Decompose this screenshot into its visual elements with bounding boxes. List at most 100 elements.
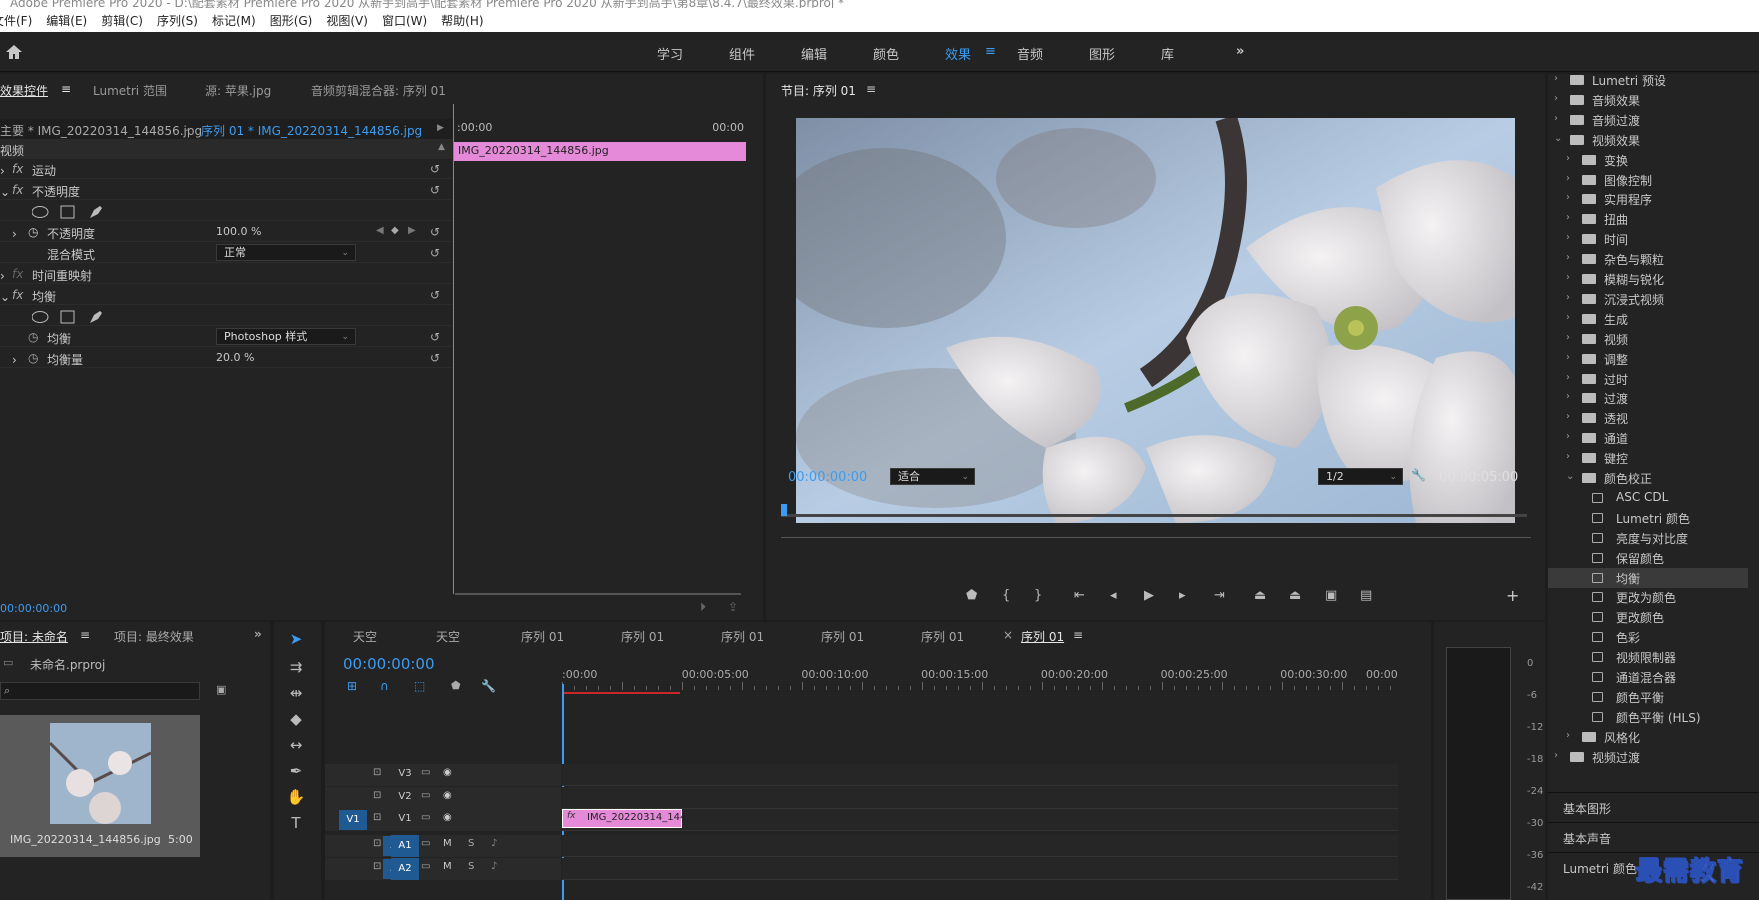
effect-tree-item[interactable]: 色彩 [1548,627,1748,647]
expand-icon[interactable]: › [0,164,5,178]
menu-graphics[interactable]: 图形(G) [270,12,313,29]
effect-tree-item[interactable]: › 实用程序 [1548,189,1748,209]
effect-tree-item[interactable]: › 模糊与锐化 [1548,269,1748,289]
add-marker-icon[interactable]: ⬟ [966,588,977,603]
type-tool-icon[interactable]: T [284,814,308,832]
effect-tree-item[interactable]: › 风格化 [1548,727,1748,747]
timeline-clip[interactable]: fx IMG_20220314_144 [562,809,686,828]
linked-selection-icon[interactable]: ⬚ [414,679,425,693]
chevron-right-icon[interactable]: › [1554,73,1558,84]
home-icon[interactable] [5,44,23,60]
chevron-down-icon[interactable]: ⌄ [1566,471,1574,482]
reset-icon[interactable]: ↺ [430,288,440,302]
panel-menu-icon[interactable]: ≡ [1073,628,1083,642]
effect-tree-item[interactable]: › 时间 [1548,229,1748,249]
extract-icon[interactable]: ⏏ [1289,588,1301,603]
eye-icon[interactable]: ◉ [443,812,452,823]
new-bin-icon[interactable]: ▣ [216,683,226,696]
fx-icon[interactable]: fx [12,288,23,302]
effect-tree-item[interactable]: 通道混合器 [1548,667,1748,687]
effect-tree-item[interactable]: › 变换 [1548,150,1748,170]
chevron-right-icon[interactable]: › [1566,153,1570,164]
effect-tree-item[interactable]: 均衡 [1548,567,1748,588]
sync-lock-icon[interactable]: ▭ [421,838,430,849]
chevron-right-icon[interactable]: › [1566,332,1570,343]
master-clip-label[interactable]: 主要 * IMG_20220314_144856.jpg [0,122,202,139]
eye-icon[interactable]: ◉ [443,790,452,801]
export-icon[interactable]: ⇪ [728,600,738,614]
param-value-opacity[interactable]: 100.0 % [216,225,261,238]
track-header[interactable]: ⊡ V2 ▭ ◉ [325,787,561,809]
chevron-right-icon[interactable]: › [1566,212,1570,223]
workspace-effects[interactable]: 效果 [945,44,971,63]
chevron-right-icon[interactable]: › [1566,192,1570,203]
add-keyframe-icon[interactable]: ◆ [391,225,399,236]
effect-tree-item[interactable]: ⌄ 颜色校正 [1548,468,1748,488]
go-to-in-icon[interactable]: ⇤ [1074,588,1085,603]
chevron-right-icon[interactable]: › [1554,93,1558,104]
razor-tool-icon[interactable]: ◆ [284,710,308,728]
track-select-tool-icon[interactable]: ⇉ [284,658,308,676]
sync-lock-icon[interactable]: ▭ [421,790,430,801]
effect-tree-item[interactable]: › 音频效果 [1548,90,1748,110]
track-header[interactable]: A1⊡A1▭MS♪ [325,835,561,857]
snap-icon[interactable]: ∩ [380,679,389,693]
effect-tree-item[interactable]: › 图像控制 [1548,170,1748,190]
sync-lock-icon[interactable]: ▭ [421,767,430,778]
menu-window[interactable]: 窗口(W) [382,12,427,29]
chevron-right-icon[interactable]: › [1566,312,1570,323]
mark-out-icon[interactable]: } [1034,588,1042,603]
sequence-clip-label[interactable]: 序列 01 * IMG_20220314_144856.jpg [201,122,422,139]
lock-icon[interactable]: ⊡ [373,861,381,872]
add-button-icon[interactable]: + [1506,586,1519,605]
track-lane[interactable] [562,835,1398,857]
blend-mode-select[interactable]: 正常 ⌄ [216,244,356,261]
chevron-right-icon[interactable]: › [1554,750,1558,761]
fx-icon[interactable]: fx [12,162,23,176]
track-header[interactable]: A2⊡A2▭MS♪ [325,858,561,880]
timeline-tab-sky-2[interactable]: 天空 [436,628,460,645]
chevron-right-icon[interactable]: › [1566,173,1570,184]
chevron-down-icon[interactable]: ⌄ [1554,133,1562,144]
chevron-right-icon[interactable]: › [1566,730,1570,741]
chevron-right-icon[interactable]: › [1566,451,1570,462]
tab-lumetri-scopes[interactable]: Lumetri 范围 [93,82,167,99]
chevron-right-icon[interactable]: › [1566,411,1570,422]
menu-edit[interactable]: 编辑(E) [46,12,87,29]
track-lane[interactable] [562,787,1398,809]
effect-tree-item[interactable]: 颜色平衡 [1548,687,1748,707]
lock-icon[interactable]: ⊡ [373,838,381,849]
expand-icon[interactable]: › [12,227,17,241]
timeline-ruler[interactable]: :00:00 00:00:05:00 00:00:10:00 00:00:15:00 0… [562,664,1400,692]
workspace-overflow-icon[interactable]: » [1236,44,1244,59]
mic-icon[interactable]: ♪ [491,838,497,849]
effect-tree-item[interactable]: › 沉浸式视频 [1548,289,1748,309]
timeline-tab-seq-2[interactable]: 序列 01 [621,628,664,645]
param-value-equalize-amount[interactable]: 20.0 % [216,351,254,364]
next-keyframe-icon[interactable]: ▶ [408,225,416,236]
menu-marker[interactable]: 标记(M) [212,12,256,29]
timeline-tab-seq-3[interactable]: 序列 01 [721,628,764,645]
effect-tree-item[interactable]: › 扭曲 [1548,209,1748,229]
effect-tree-item[interactable]: 亮度与对比度 [1548,528,1748,548]
track-lane[interactable] [562,858,1398,880]
timeline-tab-seq-4[interactable]: 序列 01 [821,628,864,645]
timeline-tab-seq-1[interactable]: 序列 01 [521,628,564,645]
effect-tree-item[interactable]: ASC CDL [1548,488,1748,508]
fx-icon[interactable]: fx [12,183,23,197]
menu-help[interactable]: 帮助(H) [441,12,483,29]
solo-icon[interactable]: S [468,838,474,849]
ripple-edit-tool-icon[interactable]: ⇹ [284,684,308,702]
tab-source[interactable]: 源: 苹果.jpg [205,82,271,99]
ec-zoom-scrollbar[interactable] [455,587,741,595]
reset-icon[interactable]: ↺ [430,351,440,365]
ec-timecode[interactable]: 00:00:00:00 [0,602,67,615]
add-marker-icon[interactable]: ⬟ [451,679,461,692]
workspace-editing[interactable]: 编辑 [801,44,827,63]
chevron-right-icon[interactable]: › [1566,372,1570,383]
menu-sequence[interactable]: 序列(S) [157,12,198,29]
prev-keyframe-icon[interactable]: ◀ [376,225,384,236]
filter-icon[interactable]: ⏵ [700,600,706,615]
menu-clip[interactable]: 剪辑(C) [101,12,143,29]
mute-icon[interactable]: M [443,838,452,849]
